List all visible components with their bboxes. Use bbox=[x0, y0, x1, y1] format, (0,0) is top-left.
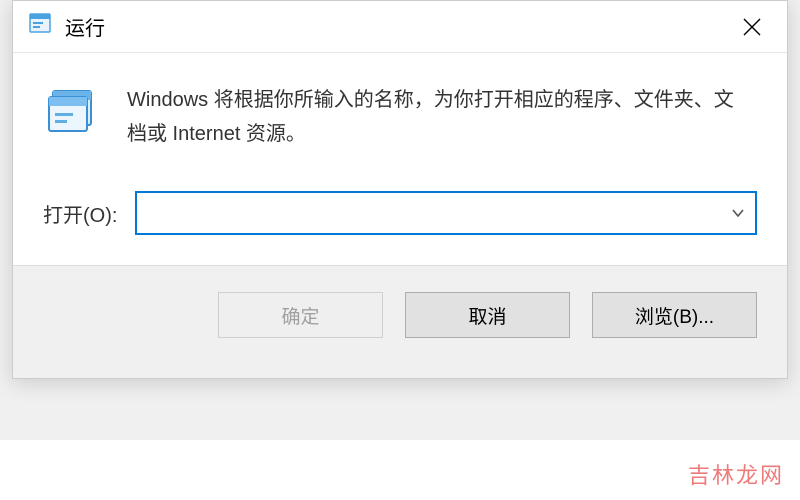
dialog-body: Windows 将根据你所输入的名称，为你打开相应的程序、文件夹、文档或 Int… bbox=[13, 53, 787, 265]
chevron-down-icon[interactable] bbox=[721, 193, 755, 233]
close-button[interactable] bbox=[717, 1, 787, 53]
open-combobox[interactable] bbox=[135, 191, 757, 235]
run-icon bbox=[27, 11, 53, 42]
button-row: 确定 取消 浏览(B)... bbox=[13, 265, 787, 378]
watermark: 吉林龙网 bbox=[688, 458, 784, 490]
titlebar-left: 运行 bbox=[27, 11, 105, 42]
open-label: 打开(O): bbox=[43, 199, 117, 228]
run-large-icon bbox=[43, 83, 99, 144]
ok-button: 确定 bbox=[218, 292, 383, 338]
description-text: Windows 将根据你所输入的名称，为你打开相应的程序、文件夹、文档或 Int… bbox=[127, 83, 757, 151]
run-dialog: 运行 Windows 将根据你所输入的名称，为你打开相应的程序、文件夹、文 bbox=[12, 0, 788, 379]
browse-button[interactable]: 浏览(B)... bbox=[592, 292, 757, 338]
titlebar: 运行 bbox=[13, 1, 787, 53]
input-row: 打开(O): bbox=[43, 191, 757, 235]
open-input[interactable] bbox=[137, 193, 721, 233]
dialog-title: 运行 bbox=[65, 12, 105, 41]
cancel-button[interactable]: 取消 bbox=[405, 292, 570, 338]
description-row: Windows 将根据你所输入的名称，为你打开相应的程序、文件夹、文档或 Int… bbox=[43, 83, 757, 151]
